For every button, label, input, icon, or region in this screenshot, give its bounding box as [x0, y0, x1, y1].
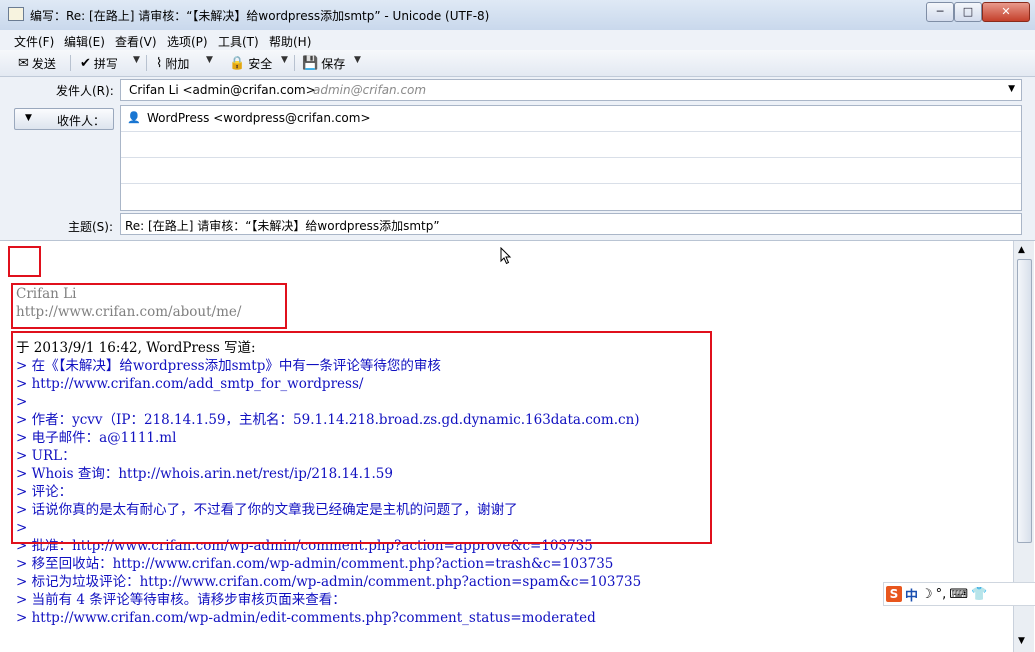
contact-icon: 👤: [127, 111, 141, 124]
annotation-box-cursor-area: [8, 246, 41, 277]
toolbar-separator: [70, 55, 71, 71]
spell-label: 拼写: [93, 56, 118, 71]
moon-icon[interactable]: ☽: [921, 587, 933, 602]
menu-tools[interactable]: 工具(T): [218, 33, 259, 50]
from-select[interactable]: Crifan Li <admin@crifan.com> admin@crifa…: [120, 79, 1022, 101]
toolbar-separator: [294, 55, 295, 71]
menu-view[interactable]: 查看(V): [115, 33, 157, 50]
spellcheck-icon: ✔: [80, 55, 91, 71]
attach-label: 附加: [165, 56, 190, 71]
subject-input[interactable]: Re: [在路上] 请审核：“【未解决】给wordpress添加smtp”: [120, 213, 1022, 235]
quoted-line: > 当前有 4 条评论等待审核。请移步审核页面来查看：: [16, 592, 346, 608]
attach-button[interactable]: ⌇ 附加: [156, 54, 189, 72]
toolbar-separator: [146, 55, 147, 71]
recipient-row[interactable]: 👤 WordPress <wordpress@crifan.com>: [121, 106, 1021, 132]
from-identity: admin@crifan.com: [313, 83, 427, 97]
security-label: 安全: [248, 56, 273, 71]
window-title: 编写：Re: [在路上] 请审核：“【未解决】给wordpress添加smtp”…: [30, 9, 490, 23]
mouse-cursor-icon: [500, 247, 512, 265]
sogou-logo-icon[interactable]: S: [886, 586, 902, 602]
recipient-row-empty[interactable]: [121, 184, 1021, 209]
title-bar: 编写：Re: [在路上] 请审核：“【未解决】给wordpress添加smtp”…: [0, 0, 1035, 31]
save-button[interactable]: 💾 保存: [302, 54, 345, 72]
scrollbar-thumb[interactable]: [1017, 259, 1032, 543]
to-label: 收件人：: [57, 114, 106, 128]
spell-dropdown-icon[interactable]: ▼: [133, 55, 140, 65]
recipient-address[interactable]: WordPress <wordpress@crifan.com>: [147, 111, 371, 125]
toolbar: ✉ 发送 ✔ 拼写 ▼ ⌇ 附加 ▼ 🔒 安全 ▼ 💾 保存 ▼: [0, 50, 1035, 77]
menu-edit[interactable]: 编辑(E): [64, 33, 105, 50]
annotation-box-quote: [11, 331, 712, 544]
security-dropdown-icon[interactable]: ▼: [281, 55, 288, 65]
menu-file[interactable]: 文件(F): [14, 33, 54, 50]
subject-value: Re: [在路上] 请审核：“【未解决】给wordpress添加smtp”: [125, 219, 440, 233]
keyboard-icon[interactable]: ⌨: [949, 587, 968, 602]
minimize-button[interactable]: ─: [926, 2, 954, 22]
skin-shirt-icon[interactable]: 👕: [971, 587, 987, 602]
quoted-line: > http://www.crifan.com/wp-admin/edit-co…: [16, 610, 596, 626]
from-name: Crifan Li <admin@crifan.com>: [129, 83, 316, 97]
quoted-line: > 标记为垃圾评论：http://www.crifan.com/wp-admin…: [16, 574, 642, 590]
punctuation-icon[interactable]: °,: [936, 587, 947, 602]
close-button[interactable]: ✕: [982, 2, 1030, 22]
paperclip-icon: ⌇: [156, 55, 163, 71]
lock-icon: 🔒: [229, 55, 246, 71]
send-button[interactable]: ✉ 发送: [18, 54, 56, 72]
compose-app-icon: [8, 7, 24, 21]
chevron-down-icon[interactable]: ▼: [1008, 84, 1015, 94]
ime-mode-chinese[interactable]: 中: [905, 585, 918, 604]
ime-toolbar[interactable]: S 中 ☽ °, ⌨ 👕: [883, 582, 1035, 606]
menu-bar: 文件(F) 编辑(E) 查看(V) 选项(P) 工具(T) 帮助(H): [0, 30, 1035, 50]
scroll-up-arrow-icon[interactable]: ▲: [1018, 245, 1025, 255]
send-label: 发送: [31, 56, 56, 71]
subject-label: 主题(S):: [68, 220, 114, 234]
menu-options[interactable]: 选项(P): [167, 33, 208, 50]
attach-dropdown-icon[interactable]: ▼: [206, 55, 213, 65]
save-dropdown-icon[interactable]: ▼: [354, 55, 361, 65]
floppy-disk-icon: 💾: [302, 55, 319, 71]
quoted-line: > 移至回收站：http://www.crifan.com/wp-admin/c…: [16, 556, 614, 572]
save-label: 保存: [321, 56, 346, 71]
from-label: 发件人(R):: [56, 84, 114, 98]
send-icon: ✉: [18, 55, 29, 71]
recipients-list[interactable]: 👤 WordPress <wordpress@crifan.com>: [120, 105, 1022, 211]
scroll-down-arrow-icon[interactable]: ▼: [1018, 636, 1025, 646]
recipient-row-empty[interactable]: [121, 158, 1021, 184]
maximize-button[interactable]: □: [954, 2, 982, 22]
annotation-box-signature: [11, 283, 287, 329]
security-button[interactable]: 🔒 安全: [229, 54, 272, 72]
chevron-down-icon: ▼: [25, 113, 32, 123]
menu-help[interactable]: 帮助(H): [269, 33, 311, 50]
recipient-type-button[interactable]: ▼ 收件人：: [14, 108, 114, 130]
recipient-row-empty[interactable]: [121, 132, 1021, 158]
spell-button[interactable]: ✔ 拼写: [80, 54, 118, 72]
